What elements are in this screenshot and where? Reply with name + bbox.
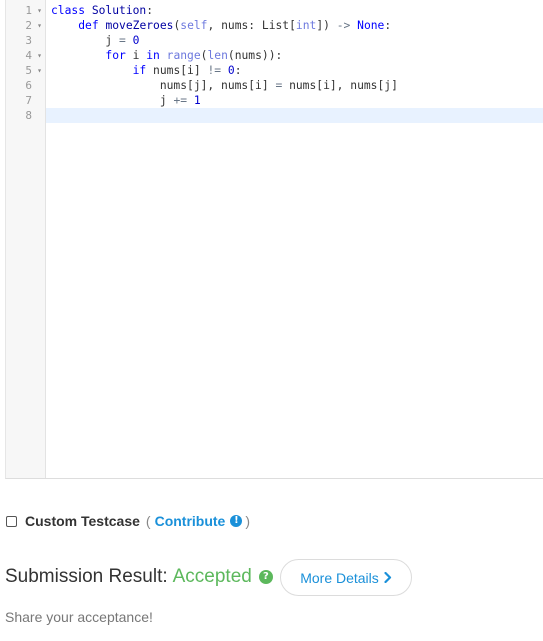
code-editor[interactable]: 1 ▾ 2 ▾ 3 4 ▾ 5 ▾ 6 7 8 class Solution: def moveZer… [5, 0, 543, 479]
code-line[interactable]: j = 0 [46, 33, 543, 48]
code-line[interactable]: nums[j], nums[i] = nums[i], nums[j] [46, 78, 543, 93]
line-number: 6 [6, 78, 45, 93]
line-number: 1 ▾ [6, 3, 45, 18]
chevron-right-icon [384, 572, 391, 583]
custom-testcase-row: Custom Testcase ( Contribute ! ) [6, 511, 250, 531]
code-token: class [51, 4, 86, 17]
code-line[interactable]: class Solution: [46, 3, 543, 18]
code-token: j [51, 94, 174, 107]
code-line[interactable]: for i in range(len(nums)): [46, 48, 543, 63]
code-token: += [173, 94, 188, 107]
code-token: Solution [91, 4, 147, 17]
code-token: nums[i] [146, 64, 208, 77]
code-area[interactable]: class Solution: def moveZeroes(self, num… [46, 0, 543, 478]
open-paren: ( [145, 513, 151, 529]
custom-testcase-checkbox[interactable] [6, 515, 17, 527]
code-line[interactable] [46, 108, 543, 123]
code-token: if [132, 64, 147, 77]
fold-arrow-icon[interactable]: ▾ [37, 48, 42, 63]
code-token: (nums)): [227, 49, 283, 62]
code-token: ]) [316, 19, 337, 32]
code-token: 0 [132, 34, 140, 47]
code-token: in [146, 49, 160, 62]
fold-arrow-icon[interactable]: ▾ [37, 3, 42, 18]
contribute-link[interactable]: Contribute [155, 513, 226, 529]
line-number-text: 8 [25, 109, 32, 122]
code-token: 1 [193, 94, 201, 107]
submission-result-label: Submission Result: [5, 566, 168, 587]
line-number-text: 6 [25, 79, 32, 92]
submission-result: Submission Result: Accepted ? [5, 564, 273, 590]
code-token: = [119, 34, 126, 47]
code-token: for [105, 49, 126, 62]
code-token: j [51, 34, 120, 47]
code-token: None [357, 19, 385, 32]
code-token: def [78, 19, 99, 32]
submission-status[interactable]: Accepted [173, 566, 252, 588]
code-token: 0 [227, 64, 235, 77]
code-line[interactable]: j += 1 [46, 93, 543, 108]
code-token: nums[i], nums[j] [282, 79, 398, 92]
code-token: : [234, 64, 242, 77]
code-token: len [207, 49, 228, 62]
line-number-text: 7 [25, 94, 32, 107]
line-number-text: 5 [25, 64, 32, 77]
line-number-text: 2 [25, 19, 32, 32]
code-token: : [146, 4, 154, 17]
share-acceptance-text: Share your acceptance! [5, 609, 153, 625]
line-number: 8 [6, 108, 45, 123]
close-paren: ) [245, 513, 251, 529]
code-token: nums[j], nums[i] [51, 79, 276, 92]
line-number-gutter: 1 ▾ 2 ▾ 3 4 ▾ 5 ▾ 6 7 8 [6, 0, 46, 478]
code-token: moveZeroes [105, 19, 174, 32]
code-token: range [166, 49, 201, 62]
code-token: int [295, 19, 317, 32]
more-details-label: More Details [300, 569, 379, 586]
code-token: : [384, 19, 392, 32]
line-number: 4 ▾ [6, 48, 45, 63]
code-line[interactable]: def moveZeroes(self, nums: List[int]) ->… [46, 18, 543, 33]
info-circle-icon[interactable]: ! [230, 515, 243, 527]
code-token: , nums: List[ [207, 19, 296, 32]
question-circle-icon[interactable]: ? [258, 570, 273, 584]
line-number-text: 1 [25, 4, 32, 17]
code-line[interactable]: if nums[i] != 0: [46, 63, 543, 78]
line-number: 5 ▾ [6, 63, 45, 78]
line-number: 7 [6, 93, 45, 108]
line-number-text: 3 [25, 34, 32, 47]
fold-arrow-icon[interactable]: ▾ [37, 18, 42, 33]
line-number: 3 [6, 33, 45, 48]
fold-arrow-icon[interactable]: ▾ [37, 63, 42, 78]
custom-testcase-label[interactable]: Custom Testcase [25, 513, 140, 529]
line-number: 2 ▾ [6, 18, 45, 33]
more-details-button[interactable]: More Details [280, 559, 412, 596]
code-token: -> [336, 19, 351, 32]
code-token: i [125, 49, 147, 62]
line-number-text: 4 [25, 49, 32, 62]
code-token: self [180, 19, 208, 32]
code-token: != [207, 64, 222, 77]
